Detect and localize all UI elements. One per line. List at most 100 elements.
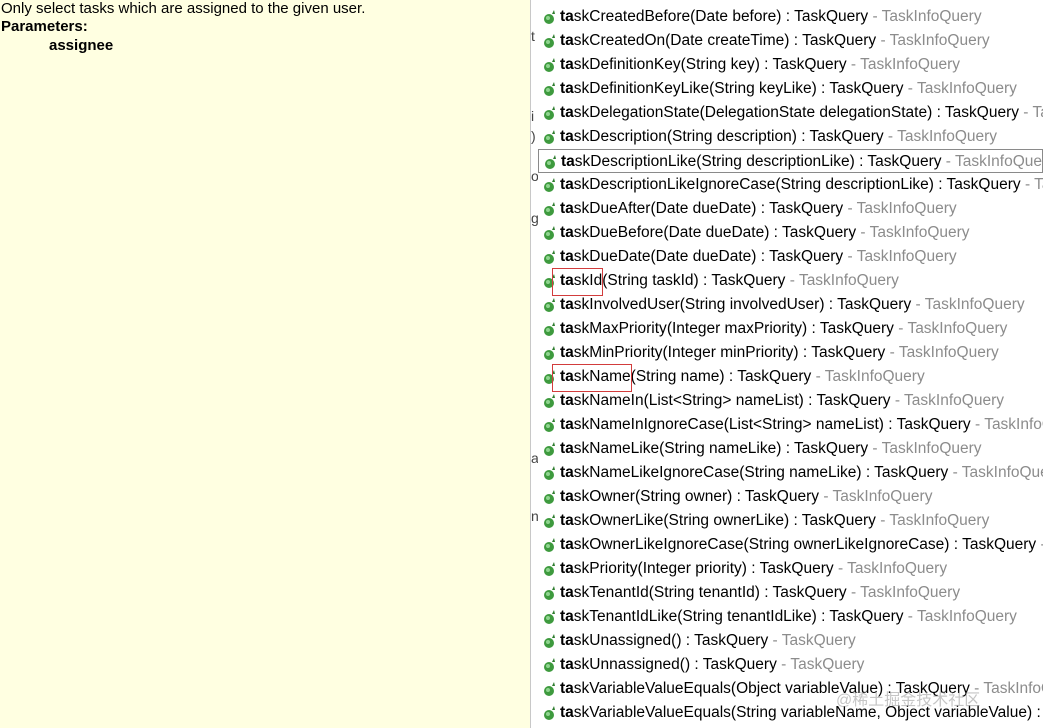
method-signature: (Date dueDate) : TaskQuery: [650, 200, 844, 217]
method-signature: (String keyLike) : TaskQuery: [709, 80, 904, 97]
completion-item-text: taskDescription(String description) : Ta…: [560, 128, 998, 145]
method-name-rest: skNameIn: [573, 392, 644, 409]
method-name-rest: skDefinitionKey: [573, 56, 681, 73]
completion-item[interactable]: taskMaxPriority(Integer maxPriority) : T…: [538, 317, 1043, 341]
matched-prefix: ta: [560, 584, 574, 601]
completion-item[interactable]: taskTenantIdLike(String tenantIdLike) : …: [538, 605, 1043, 629]
public-method-icon: [543, 273, 557, 289]
completion-item[interactable]: taskUnassigned() : TaskQuery - TaskQuery: [538, 629, 1043, 653]
completion-item[interactable]: taskNameInIgnoreCase(List<String> nameLi…: [538, 413, 1043, 437]
completion-item[interactable]: taskOwnerLike(String ownerLike) : TaskQu…: [538, 509, 1043, 533]
public-method-icon: [543, 177, 557, 193]
method-signature: (String taskId) : TaskQuery: [602, 272, 786, 289]
method-signature: (List<String> nameList) : TaskQuery: [643, 392, 891, 409]
declaring-type: TaskInfoQuery: [904, 392, 1004, 409]
matched-prefix: ta: [560, 320, 574, 337]
completion-item-text: taskName(String name) : TaskQuery - Task…: [560, 368, 925, 385]
completion-item[interactable]: taskDescriptionLikeIgnoreCase(String des…: [538, 173, 1043, 197]
completion-item-text: taskUnnassigned() : TaskQuery - TaskQuer…: [560, 656, 865, 673]
method-name-rest: skVariableValueEquals: [573, 704, 731, 721]
declaring-type: TaskInfoQuery: [832, 488, 933, 505]
completion-item-text: taskMinPriority(Integer minPriority) : T…: [560, 344, 999, 361]
matched-prefix: ta: [560, 272, 574, 289]
completion-item[interactable]: taskId(String taskId) : TaskQuery - Task…: [538, 269, 1043, 293]
public-method-icon: [543, 225, 557, 241]
completion-item-text: taskDueDate(Date dueDate) : TaskQuery - …: [560, 248, 957, 265]
method-signature: (Integer maxPriority) : TaskQuery: [666, 320, 894, 337]
method-signature: (Integer minPriority) : TaskQuery: [662, 344, 886, 361]
completion-item[interactable]: taskMinPriority(Integer minPriority) : T…: [538, 341, 1043, 365]
method-signature: (String nameLike) : TaskQuery: [739, 464, 949, 481]
public-method-icon: [543, 585, 557, 601]
declaring-type: TaskInfoQuery: [898, 344, 999, 361]
matched-prefix: ta: [560, 416, 574, 433]
completion-item-text: taskPriority(Integer priority) : TaskQue…: [560, 560, 948, 577]
matched-prefix: ta: [560, 560, 574, 577]
method-signature: (String key) : TaskQuery: [680, 56, 847, 73]
matched-prefix: ta: [560, 680, 574, 697]
method-name-rest: skOwnerLike: [573, 512, 664, 529]
completion-item[interactable]: taskDefinitionKey(String key) : TaskQuer…: [538, 53, 1043, 77]
method-signature: () : TaskQuery: [679, 656, 777, 673]
public-method-icon: [543, 9, 557, 25]
public-method-icon: [543, 681, 557, 697]
completion-item[interactable]: taskDefinitionKeyLike(String keyLike) : …: [538, 77, 1043, 101]
completion-item[interactable]: taskDueDate(Date dueDate) : TaskQuery - …: [538, 245, 1043, 269]
completion-item[interactable]: taskOwner(String owner) : TaskQuery - Ta…: [538, 485, 1043, 509]
doc-param-name: assignee: [49, 37, 114, 54]
method-name-rest: skDueAfter: [573, 200, 651, 217]
completion-item[interactable]: taskDescription(String description) : Ta…: [538, 125, 1043, 149]
matched-prefix: ta: [560, 368, 574, 385]
completion-item[interactable]: taskName(String name) : TaskQuery - Task…: [538, 365, 1043, 389]
completion-item-text: taskOwnerLikeIgnoreCase(String ownerLike…: [560, 533, 1043, 557]
public-method-icon: [543, 105, 557, 121]
declaring-type: TaskInfoQuery: [983, 680, 1043, 697]
public-method-icon: [543, 441, 557, 457]
completion-item-text: taskInvolvedUser(String involvedUser) : …: [560, 296, 1025, 313]
method-name-rest: skOwnerLikeIgnoreCase: [573, 536, 744, 553]
editor-text-fragment: i: [531, 108, 535, 124]
completion-item-text: taskTenantIdLike(String tenantIdLike) : …: [560, 608, 1017, 625]
matched-prefix: ta: [560, 104, 574, 121]
matched-prefix: ta: [560, 512, 574, 529]
completion-item[interactable]: taskCreatedBefore(Date before) : TaskQue…: [538, 5, 1043, 29]
method-name-rest: skVariableValueEquals: [573, 680, 731, 697]
matched-prefix: ta: [560, 176, 574, 193]
method-name-rest: skName: [573, 368, 631, 385]
public-method-icon: [543, 321, 557, 337]
public-method-icon: [543, 705, 557, 721]
completion-item[interactable]: taskNameLikeIgnoreCase(String nameLike) …: [538, 461, 1043, 485]
completion-item[interactable]: taskPriority(Integer priority) : TaskQue…: [538, 557, 1043, 581]
completion-item[interactable]: taskDelegationState(DelegationState dele…: [538, 101, 1043, 125]
declaring-type: TaskInfoQuery: [1034, 176, 1043, 193]
method-signature: (String name) : TaskQuery: [630, 368, 812, 385]
completion-item-text: taskId(String taskId) : TaskQuery - Task…: [560, 272, 899, 289]
completion-item[interactable]: taskUnnassigned() : TaskQuery - TaskQuer…: [538, 653, 1043, 677]
completion-item[interactable]: taskDescriptionLike(String descriptionLi…: [538, 149, 1043, 173]
completion-item[interactable]: taskDueBefore(Date dueDate) : TaskQuery …: [538, 221, 1043, 245]
completion-item[interactable]: taskInvolvedUser(String involvedUser) : …: [538, 293, 1043, 317]
completion-item[interactable]: taskNameLike(String nameLike) : TaskQuer…: [538, 437, 1043, 461]
completion-item[interactable]: taskTenantId(String tenantId) : TaskQuer…: [538, 581, 1043, 605]
method-signature: (String tenantIdLike) : TaskQuery: [677, 608, 904, 625]
declaring-type: TaskInfoQuery: [869, 224, 970, 241]
completion-item[interactable]: taskOwnerLikeIgnoreCase(String ownerLike…: [538, 533, 1043, 557]
completion-item[interactable]: taskDueAfter(Date dueDate) : TaskQuery -…: [538, 197, 1043, 221]
declaring-type: TaskInfoQuery: [916, 80, 1017, 97]
matched-prefix: ta: [560, 392, 574, 409]
method-signature: (String nameLike) : TaskQuery: [659, 440, 869, 457]
javadoc-hover-panel: Only select tasks which are assigned to …: [0, 0, 530, 728]
matched-prefix: ta: [560, 8, 574, 25]
method-name-rest: skDescription: [573, 128, 667, 145]
method-signature: (String description) : TaskQuery: [666, 128, 884, 145]
completion-item[interactable]: taskNameIn(List<String> nameList) : Task…: [538, 389, 1043, 413]
completion-item[interactable]: taskCreatedOn(Date createTime) : TaskQue…: [538, 29, 1043, 53]
public-method-icon: [543, 57, 557, 73]
completion-item-text: taskUnassigned() : TaskQuery - TaskQuery: [560, 632, 856, 649]
method-name-rest: skDescriptionLikeIgnoreCase: [573, 176, 776, 193]
completion-item-text: taskTenantId(String tenantId) : TaskQuer…: [560, 584, 961, 601]
completion-item-text: taskNameLikeIgnoreCase(String nameLike) …: [560, 461, 1043, 485]
content-assist-list[interactable]: ta skCreatedBefore(Date before) : TaskQue…: [538, 5, 1043, 728]
method-name-rest: skTenantId: [573, 584, 649, 601]
completion-item-text: taskCreatedOn(Date createTime) : TaskQue…: [560, 32, 990, 49]
